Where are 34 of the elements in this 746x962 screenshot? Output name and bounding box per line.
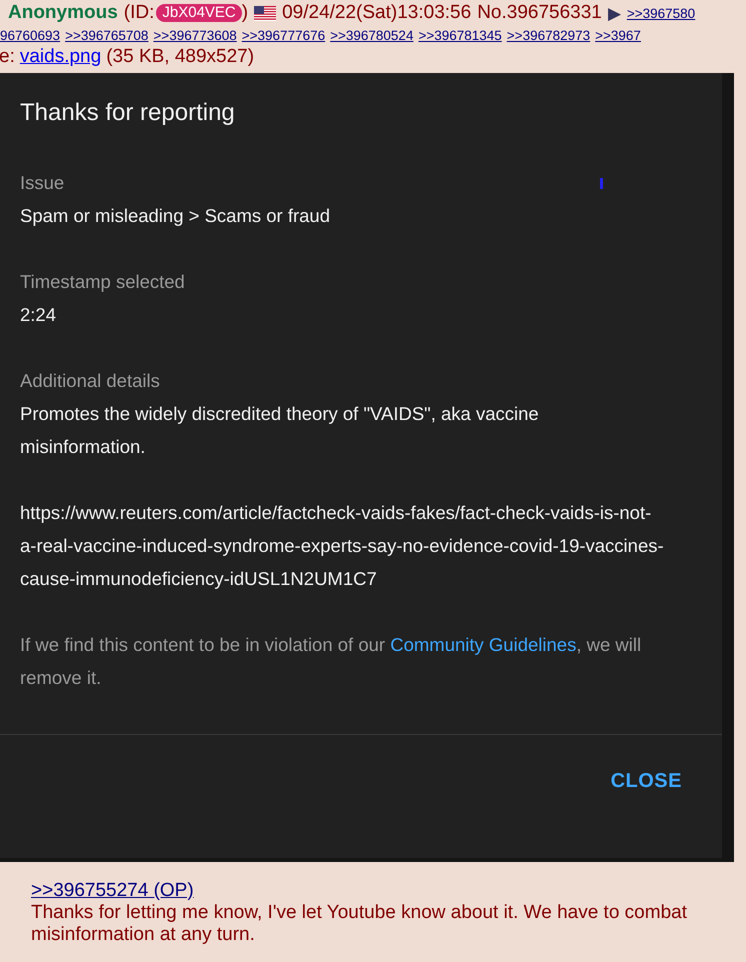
reply-text: Thanks for letting me know, I've let Youtube know about it. We have to combat misinformation at any turn. [31,902,688,946]
id-paren: ) [242,2,248,24]
field-value: 2:24 [20,303,58,327]
post-number[interactable]: No.396756331 [477,2,602,24]
quote-link[interactable]: >>396755274 (OP) [31,880,194,902]
guidelines-link[interactable]: Community Guidelines [390,634,576,655]
file-info: (35 KB, 489x527) [106,46,254,68]
field-label: Issue [20,171,64,195]
file-label: e: [0,46,15,68]
details-text: https://www.reuters.com/article/factcheck-vaids-fakes/fact-check-vaids-is-not-a-real-vaccine-induced-syndrome-experts-say-no-evidence-covid-19-vaccines-cause-immunodeficiency-idUSL1N2UM1C7 [20,501,665,591]
flag-icon [254,6,276,20]
post-datetime: 09/24/22(Sat)13:03:56 [282,2,472,24]
backlink[interactable]: 96760693 [0,28,60,42]
cursor-mark [600,178,603,189]
details-text: Promotes the widely discredited theory of "VAIDS", aka vaccine misinformation. [20,402,540,459]
poster-name: Anonymous [8,2,118,24]
backlink[interactable]: >>396773608 [153,28,237,42]
field-value: Spam or misleading > Scams or fraud [20,204,332,228]
dialog-title: Thanks for reporting [20,99,235,128]
backlink[interactable]: >>396782973 [506,28,590,42]
backlink[interactable]: >>3967580 [626,6,696,20]
field-label: Timestamp selected [20,270,185,294]
file-link[interactable]: vaids.png [20,46,102,68]
poster-id[interactable]: JbX04VEC [156,4,242,22]
backlink[interactable]: >>396777676 [242,28,326,42]
field-label: Additional details [20,369,160,393]
id-label: (ID: [124,2,154,24]
post-menu-arrow[interactable]: ▶ [608,2,621,24]
close-button[interactable]: CLOSE [610,762,682,801]
backlink[interactable]: >>396781345 [418,28,502,42]
backlink[interactable]: >>396780524 [330,28,414,42]
backlink[interactable]: >>396765708 [65,28,148,42]
backlink[interactable]: >>3967 [595,28,641,42]
footer-note: If we find this content to be in violation of our Community Guidelines, we will remove it. [20,633,642,690]
